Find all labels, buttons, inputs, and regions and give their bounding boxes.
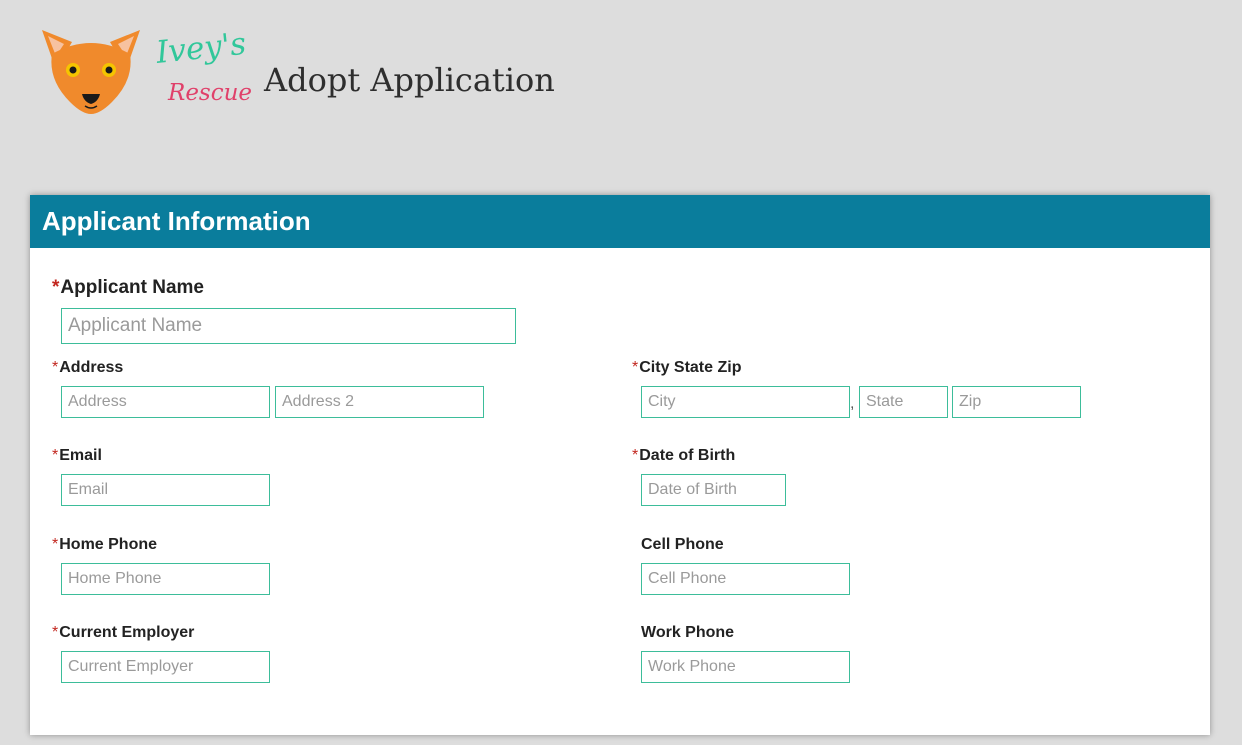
address-2-input[interactable] (275, 386, 484, 418)
work-phone-label-text: Work Phone (641, 624, 735, 641)
required-marker: * (52, 536, 59, 553)
state-input[interactable] (859, 386, 948, 418)
email-label: *Email (52, 447, 102, 465)
applicant-name-label: *Applicant Name (52, 277, 204, 299)
required-marker: * (52, 447, 59, 464)
date-of-birth-input[interactable] (641, 474, 786, 506)
address-label: *Address (52, 359, 123, 377)
required-marker: * (52, 277, 60, 298)
address-input[interactable] (61, 386, 270, 418)
current-employer-label: *Current Employer (52, 624, 194, 642)
dog-face-icon (42, 30, 140, 114)
home-phone-label: *Home Phone (52, 536, 157, 554)
logo-text-ivey: Ivey's (154, 25, 248, 71)
city-state-separator: , (850, 395, 855, 412)
email-label-text: Email (59, 447, 102, 464)
current-employer-label-text: Current Employer (59, 624, 195, 641)
work-phone-input[interactable] (641, 651, 850, 683)
page-title: Adopt Application (264, 61, 555, 99)
zip-input[interactable] (952, 386, 1081, 418)
section-title: Applicant Information (42, 206, 311, 236)
city-input[interactable] (641, 386, 850, 418)
required-marker: * (52, 624, 59, 641)
date-of-birth-label-text: Date of Birth (639, 447, 736, 464)
work-phone-label: Work Phone (641, 624, 734, 642)
home-phone-label-text: Home Phone (59, 536, 158, 553)
city-state-zip-label: *City State Zip (632, 359, 741, 377)
cell-phone-input[interactable] (641, 563, 850, 595)
home-phone-input[interactable] (61, 563, 270, 595)
email-input[interactable] (61, 474, 270, 506)
cell-phone-label-text: Cell Phone (641, 536, 724, 553)
rescue-logo: Ivey's Rescue (38, 24, 252, 120)
address-label-text: Address (59, 359, 124, 376)
required-marker: * (632, 359, 639, 376)
date-of-birth-label: *Date of Birth (632, 447, 735, 465)
current-employer-input[interactable] (61, 651, 270, 683)
applicant-name-label-text: Applicant Name (60, 277, 204, 298)
cell-phone-label: Cell Phone (641, 536, 724, 554)
applicant-name-input[interactable] (61, 308, 516, 344)
required-marker: * (52, 359, 59, 376)
section-header: Applicant Information (30, 195, 1210, 248)
city-state-zip-label-text: City State Zip (639, 359, 742, 376)
applicant-information-panel: Applicant Information *Applicant Name *A… (30, 195, 1210, 735)
logo-text-rescue: Rescue (168, 80, 253, 106)
required-marker: * (632, 447, 639, 464)
